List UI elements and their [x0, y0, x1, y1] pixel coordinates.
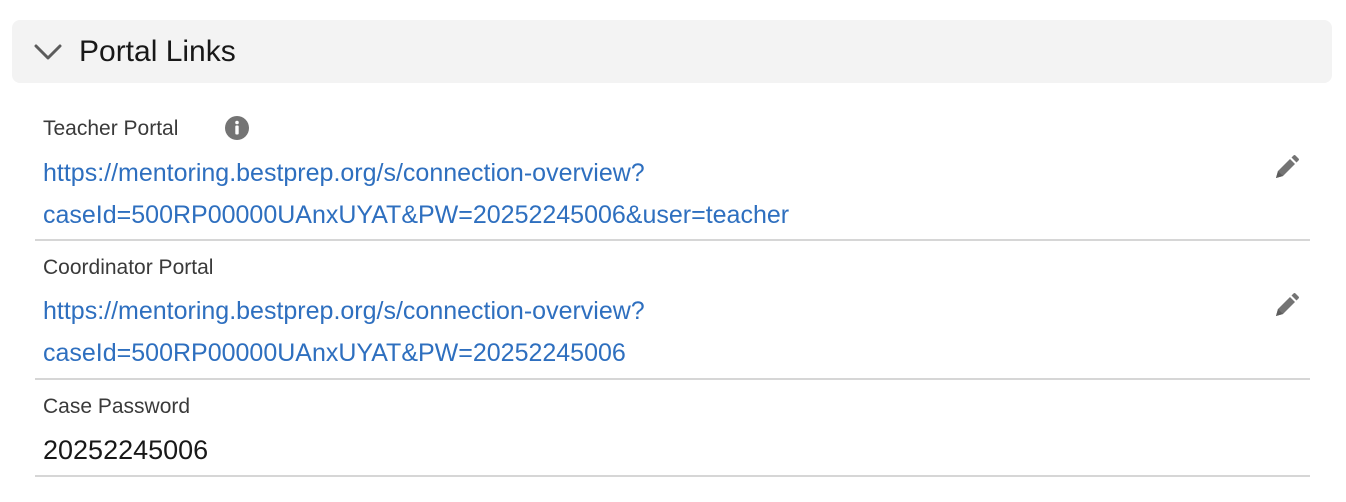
- chevron-down-icon[interactable]: [34, 42, 62, 62]
- field-label-coordinator-portal: Coordinator Portal: [43, 256, 214, 279]
- field-coordinator-portal: Coordinator Portal https://mentoring.bes…: [35, 241, 1310, 380]
- case-password-value: 20252245006: [43, 435, 209, 465]
- coordinator-portal-link-line1[interactable]: https://mentoring.bestprep.org/s/connect…: [43, 290, 645, 332]
- pencil-icon[interactable]: [1271, 291, 1301, 321]
- field-teacher-portal: Teacher Portal https://mentoring.bestpre…: [35, 108, 1310, 241]
- teacher-portal-link-line1[interactable]: https://mentoring.bestprep.org/s/connect…: [43, 152, 645, 194]
- info-icon[interactable]: [224, 115, 250, 141]
- field-label-case-password: Case Password: [43, 395, 191, 418]
- section-header-portal-links[interactable]: Portal Links: [12, 20, 1332, 83]
- section-title: Portal Links: [79, 35, 236, 68]
- teacher-portal-link-line2[interactable]: caseId=500RP00000UAnxUYAT&PW=20252245006…: [43, 194, 789, 236]
- field-case-password: Case Password 20252245006: [35, 380, 1310, 477]
- pencil-icon[interactable]: [1271, 153, 1301, 183]
- coordinator-portal-link-line2[interactable]: caseId=500RP00000UAnxUYAT&PW=20252245006: [43, 332, 626, 374]
- field-label-teacher-portal: Teacher Portal: [43, 117, 179, 140]
